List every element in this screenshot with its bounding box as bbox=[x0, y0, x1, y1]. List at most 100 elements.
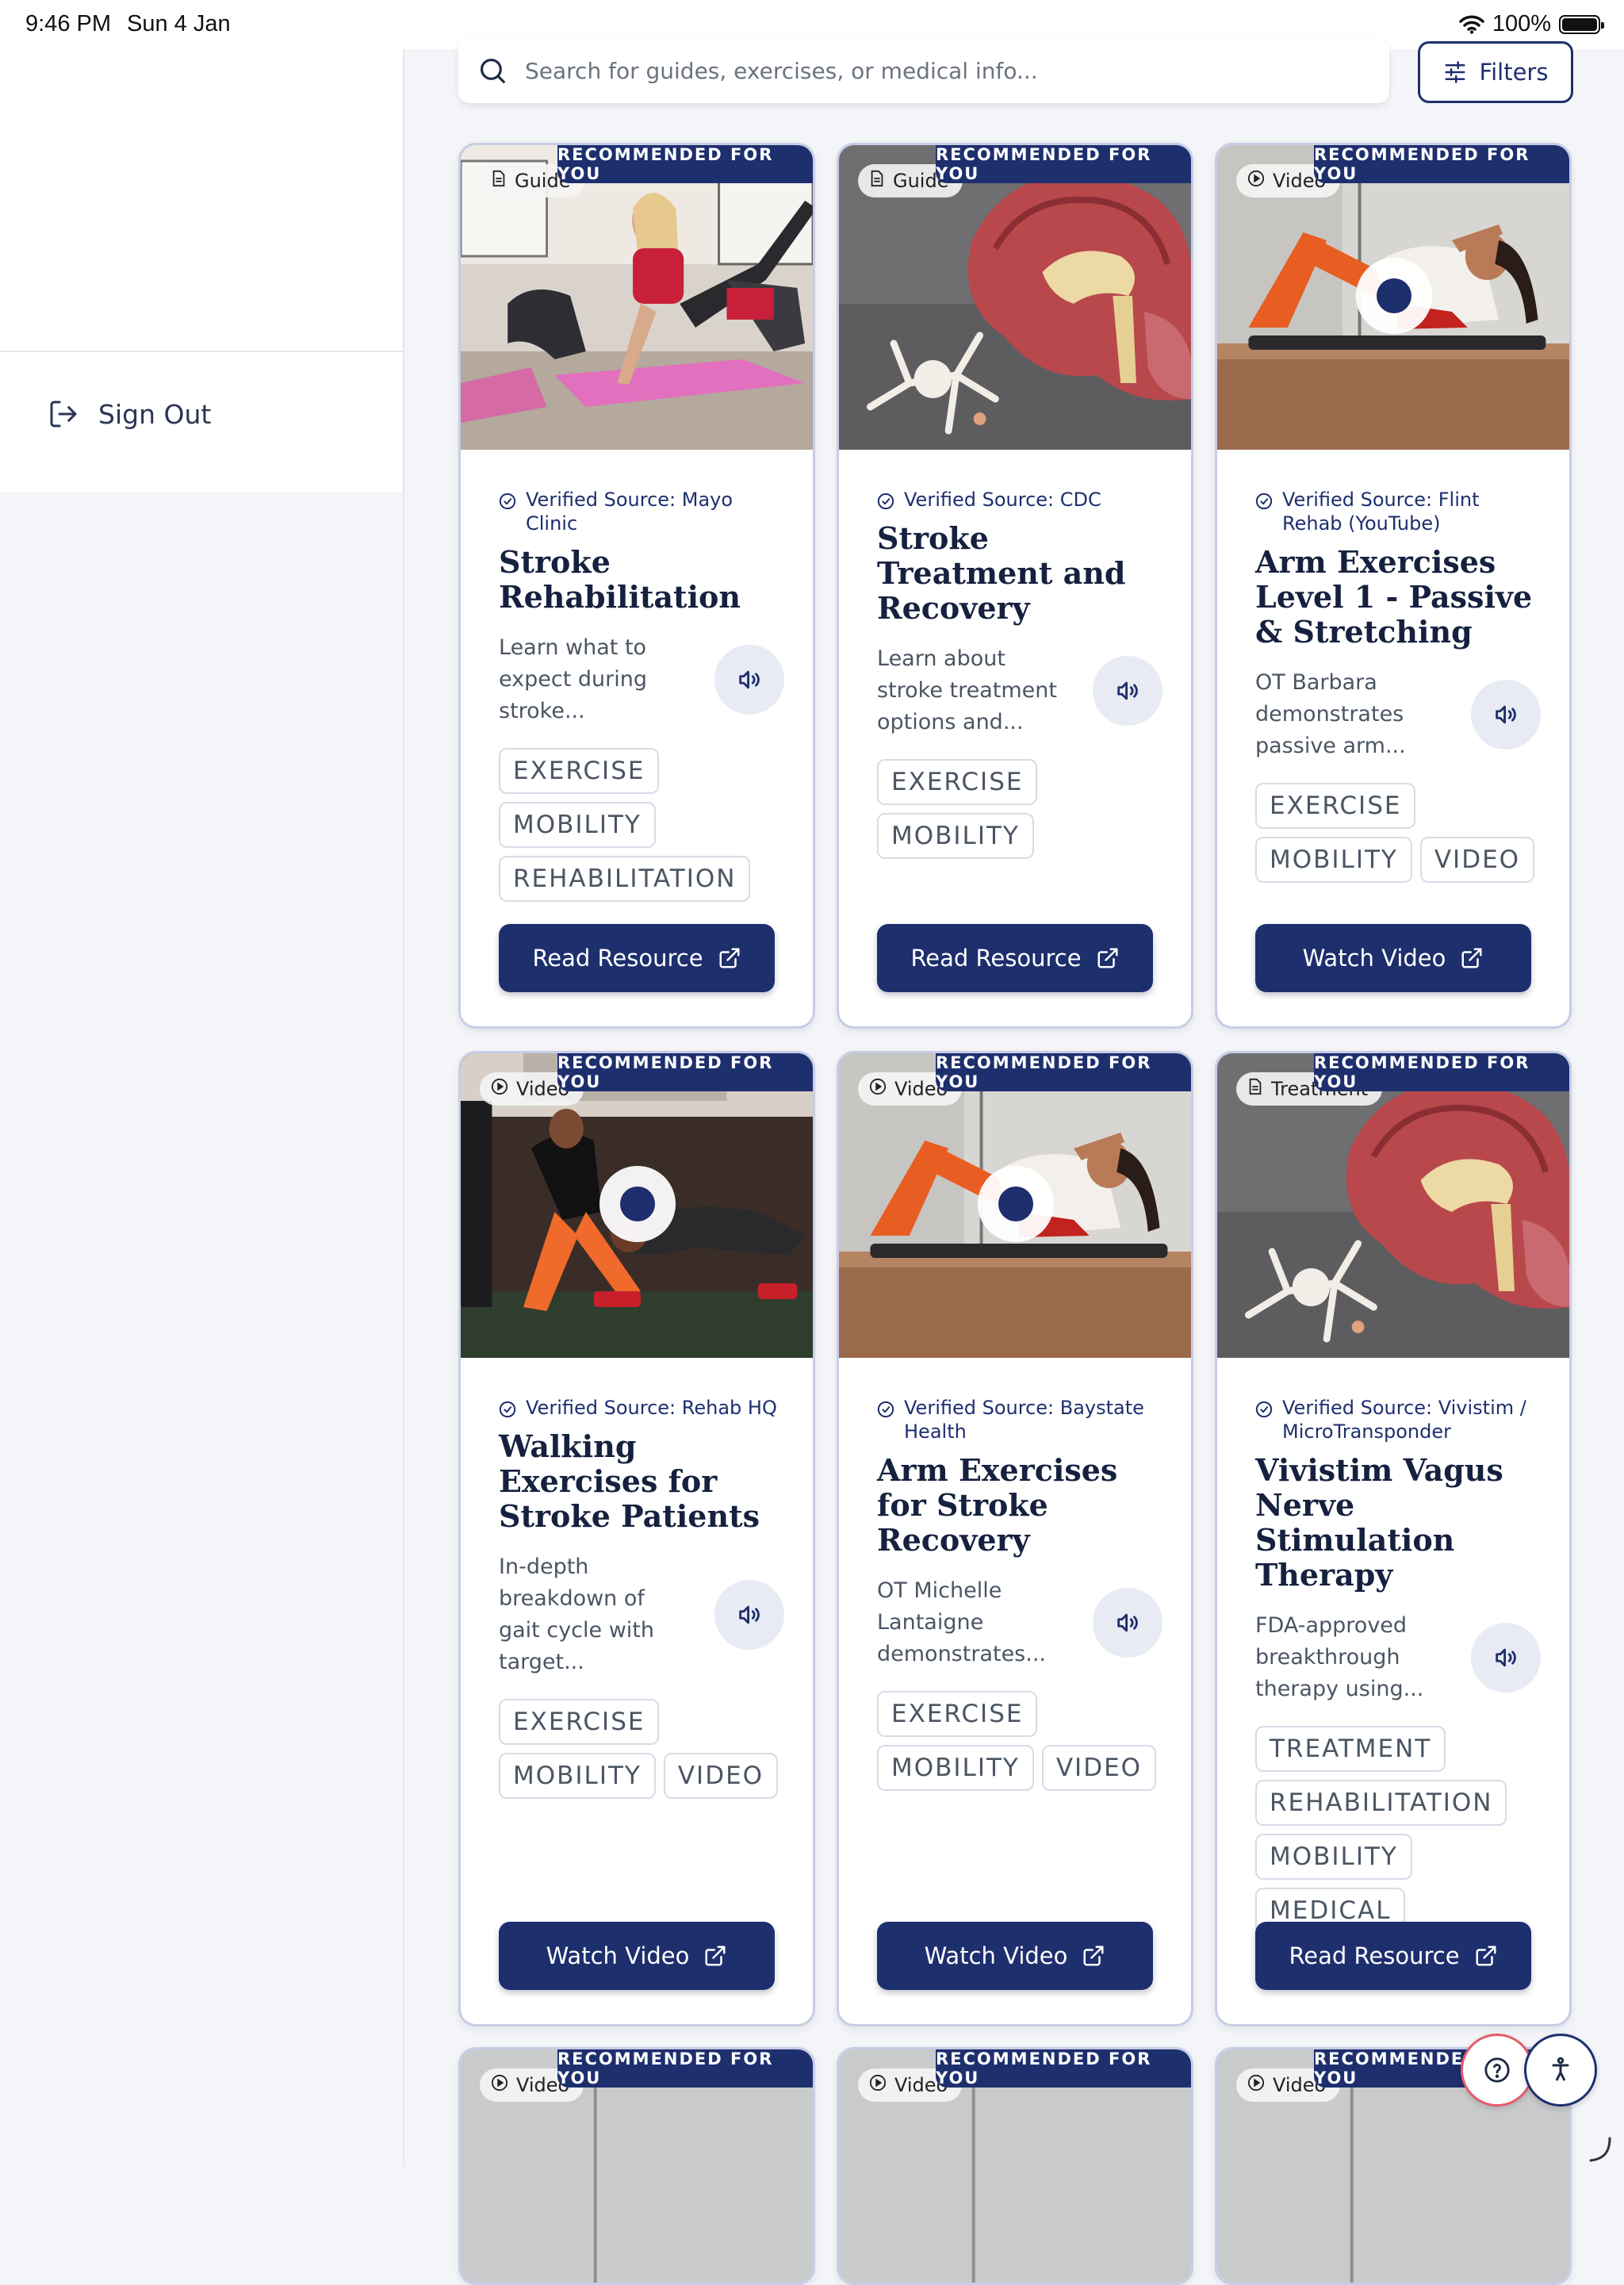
speaker-icon bbox=[739, 1605, 760, 1624]
card-media: Video RECOMMENDED FOR YOU bbox=[461, 2049, 813, 2283]
resource-card-6[interactable]: Treatment RECOMMENDED FOR YOU Verified S… bbox=[1215, 1051, 1572, 2026]
read-aloud-button[interactable] bbox=[714, 1580, 784, 1650]
tag-chip: MOBILITY bbox=[877, 813, 1034, 859]
resource-card-2[interactable]: Guide RECOMMENDED FOR YOU Verified Sourc… bbox=[837, 143, 1193, 1029]
recommended-badge: RECOMMENDED FOR YOU bbox=[1314, 1053, 1569, 1091]
description-row: OT Michelle Lantaigne demonstrates... bbox=[877, 1575, 1162, 1670]
card-action-label: Watch Video bbox=[1302, 945, 1446, 972]
check-circle-icon bbox=[1255, 1401, 1273, 1418]
recommended-badge: RECOMMENDED FOR YOU bbox=[557, 1053, 813, 1091]
verified-source-text: Verified Source: CDC bbox=[904, 489, 1101, 511]
tag-chip: VIDEO bbox=[1041, 1745, 1157, 1791]
scroll-indicator bbox=[1589, 2137, 1611, 2162]
read-aloud-button[interactable] bbox=[714, 645, 784, 715]
read-resource-button[interactable]: Read Resource bbox=[1255, 1922, 1531, 1990]
recommended-badge: RECOMMENDED FOR YOU bbox=[557, 145, 813, 183]
card-body: Verified Source: CDC Stroke Treatment an… bbox=[877, 488, 1162, 859]
tag-list: EXERCISE MOBILITY REHABILITATION bbox=[499, 748, 792, 902]
read-aloud-button[interactable] bbox=[1093, 1588, 1162, 1658]
document-icon bbox=[869, 170, 885, 192]
read-resource-button[interactable]: Read Resource bbox=[877, 924, 1153, 992]
external-link-icon bbox=[705, 1946, 726, 1966]
check-circle-icon bbox=[877, 1401, 894, 1418]
play-video-button[interactable] bbox=[599, 1166, 676, 1242]
sidebar-divider bbox=[0, 351, 404, 352]
verified-source: Verified Source: Vivistim / MicroTranspo… bbox=[1255, 1396, 1541, 1443]
external-link-icon bbox=[1097, 948, 1118, 968]
status-date: Sun 4 Jan bbox=[127, 11, 231, 36]
card-title: Vivistim Vagus Nerve Stimulation Therapy bbox=[1255, 1452, 1503, 1593]
read-aloud-button[interactable] bbox=[1093, 656, 1162, 726]
play-dot-icon bbox=[1377, 278, 1411, 313]
external-link-icon bbox=[1476, 1946, 1496, 1966]
battery-percent: 100% bbox=[1492, 11, 1551, 36]
card-action-label: Read Resource bbox=[910, 945, 1082, 972]
status-indicators: 100% bbox=[1459, 11, 1604, 37]
card-description: In-depth breakdown of gait cycle with ta… bbox=[499, 1555, 655, 1674]
resource-card-5[interactable]: Video RECOMMENDED FOR YOU Verified Sourc… bbox=[837, 1051, 1193, 2026]
speaker-icon bbox=[739, 670, 760, 689]
tag-list: EXERCISE MOBILITY VIDEO bbox=[877, 1691, 1170, 1791]
read-aloud-button[interactable] bbox=[1471, 680, 1541, 750]
play-video-button[interactable] bbox=[1356, 258, 1432, 334]
resource-card-4[interactable]: Video RECOMMENDED FOR YOU Verified Sourc… bbox=[458, 1051, 815, 2026]
card-body: Verified Source: Flint Rehab (YouTube) A… bbox=[1255, 488, 1541, 883]
watch-video-button[interactable]: Watch Video bbox=[1255, 924, 1531, 992]
verified-source-text: Verified Source: Rehab HQ bbox=[526, 1397, 777, 1419]
watch-video-button[interactable]: Watch Video bbox=[877, 1922, 1153, 1990]
recommended-badge: RECOMMENDED FOR YOU bbox=[936, 145, 1191, 183]
accessibility-icon bbox=[1552, 2057, 1569, 2081]
verified-source: Verified Source: CDC bbox=[877, 488, 1162, 512]
card-body: Verified Source: Baystate Health Arm Exe… bbox=[877, 1396, 1162, 1791]
external-link-icon bbox=[1461, 948, 1482, 968]
play-circle-icon bbox=[1247, 170, 1265, 192]
accessibility-button[interactable] bbox=[1524, 2034, 1597, 2107]
check-circle-icon bbox=[499, 1401, 516, 1418]
recommended-badge: RECOMMENDED FOR YOU bbox=[557, 2049, 813, 2088]
play-video-button[interactable] bbox=[978, 1166, 1054, 1242]
tag-chip: EXERCISE bbox=[1255, 783, 1416, 829]
play-circle-icon bbox=[491, 2074, 508, 2096]
read-aloud-button[interactable] bbox=[1471, 1623, 1541, 1693]
read-resource-button[interactable]: Read Resource bbox=[499, 924, 775, 992]
verified-source: Verified Source: Flint Rehab (YouTube) bbox=[1255, 488, 1541, 535]
document-icon bbox=[491, 170, 507, 192]
recommended-badge: RECOMMENDED FOR YOU bbox=[936, 1053, 1191, 1091]
card-media: Treatment RECOMMENDED FOR YOU bbox=[1217, 1053, 1569, 1358]
play-circle-icon bbox=[869, 1078, 887, 1100]
card-body: Verified Source: Vivistim / MicroTranspo… bbox=[1255, 1396, 1541, 1934]
description-row: FDA-approved breakthrough therapy using.… bbox=[1255, 1610, 1541, 1705]
tag-chip: EXERCISE bbox=[877, 759, 1038, 805]
play-circle-icon bbox=[491, 1078, 508, 1100]
resource-card-1[interactable]: Guide RECOMMENDED FOR YOU Verified Sourc… bbox=[458, 143, 815, 1029]
battery-icon bbox=[1559, 14, 1604, 34]
card-title: Stroke Treatment and Recovery bbox=[877, 520, 1126, 626]
tag-list: EXERCISE MOBILITY VIDEO bbox=[1255, 783, 1549, 883]
sign-out-button[interactable]: Sign Out bbox=[48, 398, 211, 430]
tag-chip: REHABILITATION bbox=[499, 856, 751, 902]
tag-chip: MOBILITY bbox=[877, 1745, 1034, 1791]
search-input[interactable] bbox=[523, 56, 1316, 85]
card-media: Video RECOMMENDED FOR YOU bbox=[1217, 145, 1569, 450]
check-circle-icon bbox=[499, 493, 516, 510]
card-media: Guide RECOMMENDED FOR YOU bbox=[461, 145, 813, 450]
verified-source: Verified Source: Rehab HQ bbox=[499, 1396, 784, 1420]
description-row: OT Barbara demonstrates passive arm... bbox=[1255, 667, 1541, 762]
resource-card-7[interactable]: Video RECOMMENDED FOR YOU bbox=[458, 2047, 815, 2285]
verified-source: Verified Source: Mayo Clinic bbox=[499, 488, 784, 535]
external-link-icon bbox=[719, 948, 740, 968]
watch-video-button[interactable]: Watch Video bbox=[499, 1922, 775, 1990]
resource-card-3[interactable]: Video RECOMMENDED FOR YOU Verified Sourc… bbox=[1215, 143, 1572, 1029]
verified-source-text: Verified Source: Mayo Clinic bbox=[526, 489, 733, 535]
card-description: Learn what to expect during stroke... bbox=[499, 635, 647, 723]
card-title: Walking Exercises for Stroke Patients bbox=[499, 1428, 760, 1534]
card-action-label: Read Resource bbox=[1289, 1942, 1460, 1969]
resource-card-8[interactable]: Video RECOMMENDED FOR YOU bbox=[837, 2047, 1193, 2285]
tag-chip: EXERCISE bbox=[499, 748, 660, 794]
verified-source-text: Verified Source: Baystate Health bbox=[904, 1397, 1144, 1443]
filters-button[interactable]: Filters bbox=[1418, 41, 1573, 103]
help-button[interactable] bbox=[1461, 2034, 1534, 2107]
tag-list: TREATMENT REHABILITATION MOBILITY MEDICAL bbox=[1255, 1726, 1549, 1934]
search-bar[interactable] bbox=[458, 38, 1389, 103]
search-icon bbox=[480, 58, 505, 83]
